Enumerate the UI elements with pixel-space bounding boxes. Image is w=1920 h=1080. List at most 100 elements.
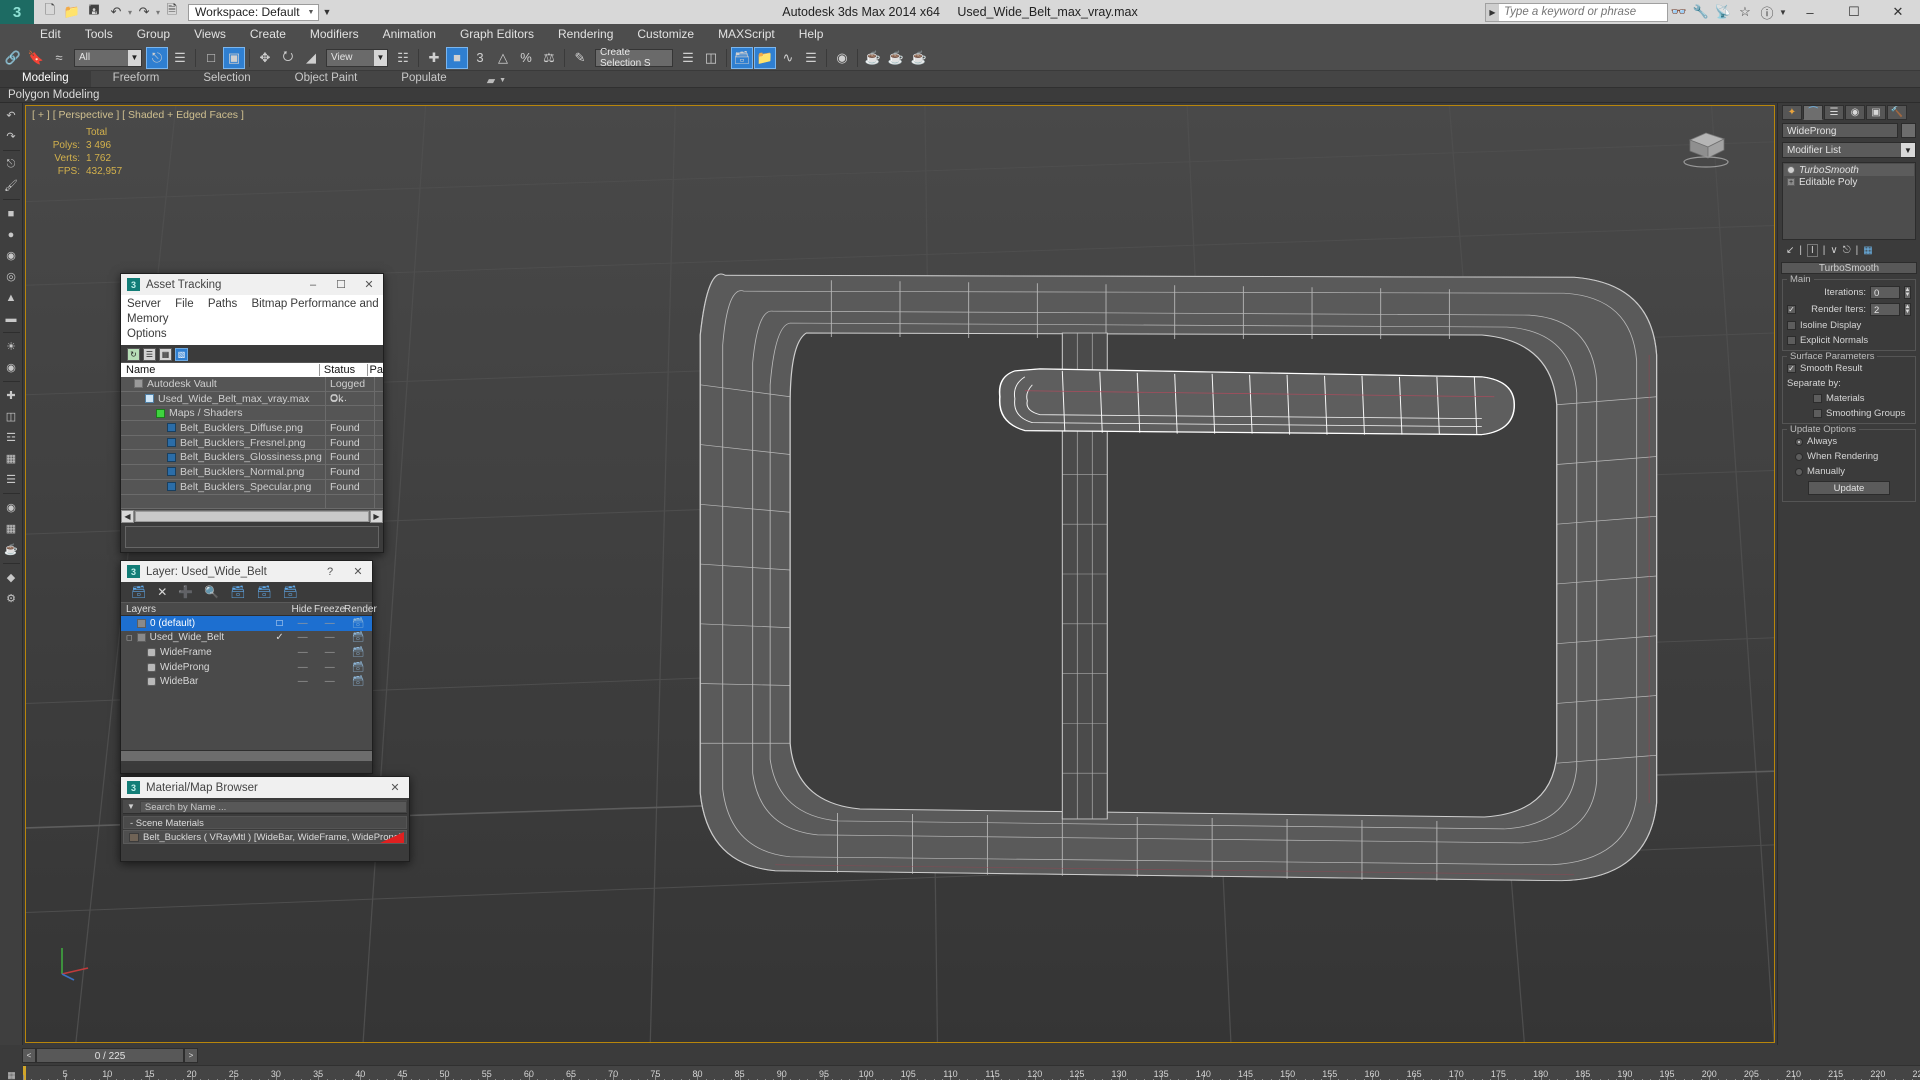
render-tool-icon[interactable]: ☕ [2, 540, 21, 559]
new-layer-icon[interactable]: 🗃 [131, 585, 146, 599]
snap-toggle-icon[interactable]: ✚ [423, 47, 445, 69]
spinner-snap-icon[interactable]: ⚖ [538, 47, 560, 69]
list-item[interactable]: 0 (default) □ — — 🗃 [121, 616, 372, 631]
sphere-primitive-icon[interactable]: ● [2, 225, 21, 244]
asset-tracking-horizontal-scrollbar[interactable]: ◀ ▶ [121, 509, 383, 523]
menu-item-maxscript[interactable]: MAXScript [706, 24, 787, 45]
material-tool-icon[interactable]: ◉ [2, 498, 21, 517]
ribbon-display-icon[interactable]: ▰ [487, 74, 495, 87]
column-header-freeze[interactable]: Freeze [314, 604, 345, 615]
freeze-toggle[interactable]: — [315, 662, 344, 673]
satellite-icon[interactable]: 📡 [1712, 3, 1734, 22]
cone-primitive-icon[interactable]: ▲ [2, 288, 21, 307]
table-row[interactable]: Autodesk Vault Logged O... [121, 377, 383, 404]
layer-dialog[interactable]: 3 Layer: Used_Wide_Belt ? ✕ 🗃 ✕ ➕ 🔍 🗃 🗃 … [120, 560, 377, 774]
helper-tool-icon[interactable]: ◆ [2, 568, 21, 587]
open-file-icon[interactable]: 📁 [62, 2, 82, 22]
mirror-icon[interactable]: ☰ [677, 47, 699, 69]
maximize-button[interactable]: ☐ [1832, 0, 1876, 24]
render-iters-stepper[interactable]: ▲ ▼ [1904, 303, 1911, 316]
material-search-bar[interactable]: ▼ Search by Name ... [123, 800, 407, 814]
box-primitive-icon[interactable]: ■ [2, 204, 21, 223]
cylinder-primitive-icon[interactable]: ◉ [2, 246, 21, 265]
hide-toggle[interactable]: — [290, 632, 315, 643]
menu-item-customize[interactable]: Customize [625, 24, 706, 45]
create-tab[interactable]: ✦ [1782, 105, 1802, 120]
column-header-name[interactable]: Name [121, 364, 320, 376]
add-layer-icon[interactable]: ➕ [178, 585, 193, 599]
material-editor-icon[interactable]: ◉ [831, 47, 853, 69]
remove-modifier-icon[interactable]: ⎋ [1843, 245, 1851, 256]
layer-dialog-title-bar[interactable]: 3 Layer: Used_Wide_Belt ? ✕ [121, 561, 372, 582]
object-name-field[interactable]: WideProng [1782, 123, 1898, 138]
scrollbar-thumb[interactable] [135, 510, 369, 522]
render-on-icon[interactable]: 🗃 [344, 662, 372, 673]
update-when-rendering-row[interactable]: When Rendering [1787, 451, 1911, 462]
set-current-layer-icon[interactable]: 🗃 [283, 585, 298, 599]
hide-toggle[interactable]: — [290, 618, 315, 629]
layer-horizontal-scrollbar[interactable] [121, 751, 372, 761]
grid-view-icon[interactable]: ▧ [175, 348, 188, 361]
view-cube[interactable] [1676, 124, 1736, 169]
unlink-icon[interactable]: 🔖 [25, 47, 47, 69]
minimize-button[interactable]: – [1788, 0, 1832, 24]
redo-view-icon[interactable]: ↷ [2, 127, 21, 146]
chevron-down-icon[interactable]: ▼ [499, 77, 506, 84]
list-item[interactable]: WideFrame — — 🗃 [121, 645, 372, 660]
update-manually-row[interactable]: Manually [1787, 466, 1911, 477]
select-tool-icon[interactable]: ⎋ [2, 155, 21, 174]
turbosmooth-rollup-header[interactable]: TurboSmooth [1781, 262, 1917, 274]
tab-freeform[interactable]: Freeform [91, 70, 182, 87]
configure-sets-icon[interactable]: ▦ [1863, 245, 1872, 256]
menu-item-tools[interactable]: Tools [73, 24, 125, 45]
update-when-rendering-radio[interactable] [1795, 452, 1803, 461]
scroll-right-icon[interactable]: ▶ [370, 509, 383, 523]
current-layer-toggle[interactable]: □ [269, 618, 291, 629]
render-on-icon[interactable]: 🗃 [344, 647, 372, 658]
asset-menu-paths[interactable]: Paths [208, 298, 237, 310]
scroll-left-icon[interactable]: ◀ [121, 509, 134, 523]
window-crossing-icon[interactable]: ▣ [223, 46, 245, 69]
column-header-hide[interactable]: Hide [290, 604, 314, 615]
search-dropdown-icon[interactable]: ▶ [1486, 8, 1499, 17]
minimize-icon[interactable]: – [299, 274, 327, 295]
layer-manager-icon[interactable]: 🗃 [731, 46, 753, 69]
render-on-icon[interactable]: 🗃 [344, 676, 372, 687]
pin-stack-icon[interactable]: ↙ [1786, 245, 1794, 256]
freeze-toggle[interactable]: — [315, 676, 344, 687]
modifier-list-dropdown[interactable]: Modifier List ▼ [1782, 142, 1916, 158]
column-header-status[interactable]: Status [320, 364, 368, 376]
light-icon[interactable]: ☀ [2, 337, 21, 356]
save-file-icon[interactable]: 🖪 [84, 2, 104, 22]
list-view-icon[interactable]: ☰ [143, 348, 156, 361]
chevron-down-icon[interactable]: ▼ [127, 802, 135, 811]
curve-editor-icon[interactable]: ∿ [777, 47, 799, 69]
select-objects-icon[interactable]: 🔍 [204, 585, 219, 599]
plane-primitive-icon[interactable]: ▬ [2, 309, 21, 328]
expand-icon[interactable]: + [1787, 178, 1795, 186]
explicit-normals-checkbox[interactable] [1787, 336, 1796, 345]
tab-populate[interactable]: Populate [379, 70, 468, 87]
material-browser-title-bar[interactable]: 3 Material/Map Browser ✕ [121, 777, 409, 798]
select-scale-icon[interactable]: ◢ [300, 47, 322, 69]
render-production-icon[interactable]: ☕ [908, 47, 930, 69]
iterations-field[interactable]: 0 [1870, 286, 1900, 299]
table-row[interactable]: Belt_Bucklers_Normal.png Found [121, 465, 383, 480]
mirror-tool-icon[interactable]: ☲ [2, 428, 21, 447]
render-on-icon[interactable]: 🗃 [344, 632, 372, 643]
table-row[interactable]: Belt_Bucklers_Diffuse.png Found [121, 421, 383, 436]
menu-item-rendering[interactable]: Rendering [546, 24, 625, 45]
align-icon[interactable]: ◫ [700, 47, 722, 69]
snap-icon[interactable]: ✚ [2, 386, 21, 405]
edit-named-selection-icon[interactable]: ✎ [569, 47, 591, 69]
close-icon[interactable]: ✕ [344, 561, 372, 582]
asset-menu-server[interactable]: Server [127, 298, 161, 310]
list-item[interactable]: TurboSmooth [1784, 164, 1914, 176]
camera-icon[interactable]: ◉ [2, 358, 21, 377]
scene-explorer-icon[interactable]: 📁 [754, 46, 776, 69]
chevron-down-icon[interactable]: ▼ [308, 9, 315, 16]
scene-materials-group-header[interactable]: - Scene Materials [123, 816, 407, 829]
menu-item-create[interactable]: Create [238, 24, 298, 45]
bind-space-warp-icon[interactable]: ≈ [48, 47, 70, 69]
materials-checkbox[interactable] [1813, 394, 1822, 403]
